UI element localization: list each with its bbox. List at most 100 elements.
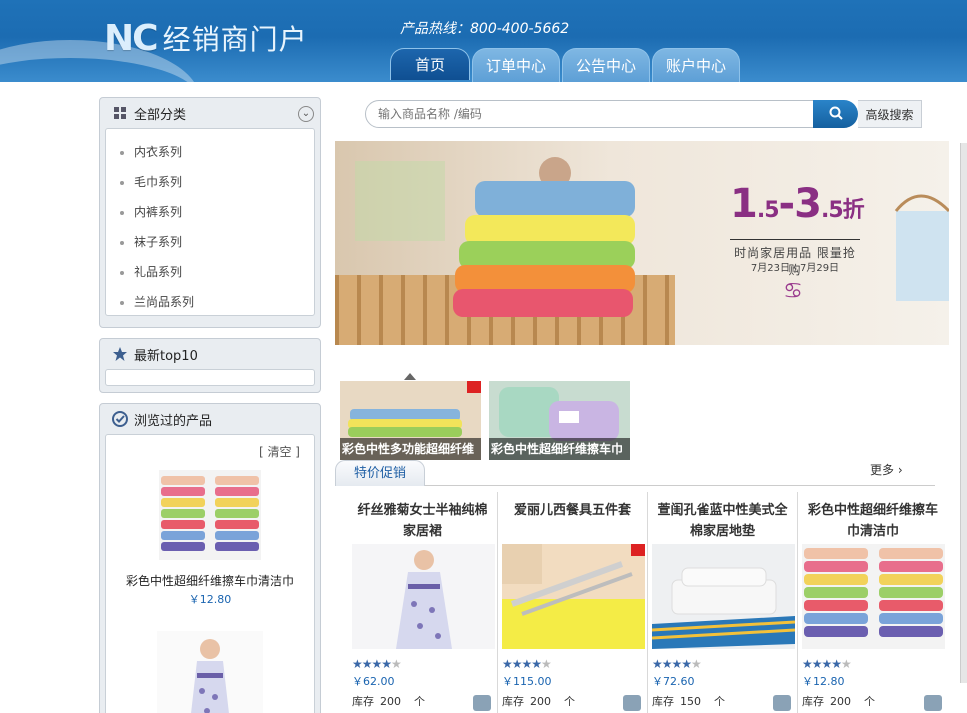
top10-panel-header[interactable]: 最新top10 bbox=[100, 339, 320, 369]
browsed-panel-header[interactable]: 浏览过的产品 bbox=[100, 404, 320, 434]
stock-unit: 个 bbox=[714, 695, 725, 708]
product-card[interactable]: 彩色中性超细纤维擦车巾清洁巾 ★★★★★ ￥12.80 库存 200 个 bbox=[798, 492, 948, 713]
browsed-item-name[interactable]: 彩色中性超细纤维擦车巾清洁巾 bbox=[106, 572, 314, 589]
top10-panel-title: 最新top10 bbox=[134, 348, 198, 364]
more-link[interactable]: 更多 › bbox=[870, 461, 903, 478]
product-grid: 纤丝雅菊女士半袖纯棉家居裙 ★★★★★ ￥62.00 库存 200 个 爱丽儿西… bbox=[348, 492, 948, 713]
category-item[interactable]: 兰尚品系列 bbox=[106, 287, 314, 317]
scrollbar[interactable] bbox=[960, 143, 967, 683]
category-item[interactable]: 礼品系列 bbox=[106, 257, 314, 287]
category-list: 内衣系列 毛巾系列 内裤系列 袜子系列 礼品系列 兰尚品系列 bbox=[106, 129, 314, 325]
category-panel: 全部分类 ⌄ 内衣系列 毛巾系列 内裤系列 袜子系列 礼品系列 兰尚品系列 bbox=[99, 97, 321, 328]
category-item-label: 毛巾系列 bbox=[134, 175, 183, 189]
product-price: ￥12.80 bbox=[802, 675, 845, 688]
stock-quantity: 200 bbox=[830, 694, 851, 708]
banner-date-range: 7月23日 - 7月29日 bbox=[750, 263, 840, 274]
stock-label: 库存 bbox=[802, 695, 824, 708]
advanced-search-button[interactable]: 高级搜索 bbox=[858, 100, 922, 128]
promo-banner[interactable]: 1.5-3.5折 时尚家居用品 限量抢购 7月23日 - 7月29日 ♋ bbox=[335, 141, 949, 345]
browsed-item-price: ￥12.80 bbox=[188, 593, 232, 606]
search-box bbox=[365, 100, 815, 128]
new-tag-icon bbox=[631, 544, 645, 556]
add-to-cart-icon[interactable] bbox=[623, 695, 641, 711]
header: NC 经销商门户 产品热线：800-400-5662 首页 订单中心 公告中心 … bbox=[0, 0, 967, 82]
top10-list-box bbox=[105, 369, 315, 386]
category-panel-title: 全部分类 bbox=[134, 107, 187, 123]
hotline-text: 产品热线：800-400-5662 bbox=[400, 21, 570, 37]
product-name[interactable]: 萱闺孔雀蓝中性美式全棉家居地垫 bbox=[652, 500, 793, 542]
bullet-icon bbox=[120, 180, 124, 185]
chevron-right-icon: › bbox=[897, 463, 903, 477]
category-panel-header[interactable]: 全部分类 ⌄ bbox=[100, 98, 320, 128]
add-to-cart-icon[interactable] bbox=[924, 695, 942, 711]
thumbnail-item[interactable]: 彩色中性多功能超细纤维 bbox=[340, 381, 481, 460]
stock-row: 库存 200 个 bbox=[502, 693, 643, 709]
grid-icon bbox=[112, 105, 128, 121]
category-item-label: 兰尚品系列 bbox=[134, 295, 195, 309]
product-image-dress[interactable] bbox=[157, 631, 263, 713]
stock-quantity: 200 bbox=[530, 694, 551, 708]
category-item[interactable]: 内裤系列 bbox=[106, 197, 314, 227]
add-to-cart-icon[interactable] bbox=[473, 695, 491, 711]
browsed-panel: 浏览过的产品 [ 清空 ] 彩色中性超细纤维擦车巾清洁巾 ￥12.80 bbox=[99, 403, 321, 713]
top10-panel: 最新top10 bbox=[99, 338, 321, 393]
product-image-cutlery[interactable] bbox=[502, 544, 645, 649]
stock-label: 库存 bbox=[352, 695, 374, 708]
chevron-down-icon[interactable]: ⌄ bbox=[298, 106, 314, 122]
product-name[interactable]: 纤丝雅菊女士半袖纯棉家居裙 bbox=[352, 500, 493, 542]
category-item-label: 礼品系列 bbox=[134, 265, 183, 279]
stock-quantity: 150 bbox=[680, 694, 701, 708]
clear-history-link[interactable]: [ 清空 ] bbox=[106, 435, 314, 460]
stock-row: 库存 200 个 bbox=[802, 693, 944, 709]
stock-row: 库存 150 个 bbox=[652, 693, 793, 709]
logo-mark: NC bbox=[104, 17, 159, 59]
product-image-dress[interactable] bbox=[352, 544, 495, 649]
product-card[interactable]: 爱丽儿西餐具五件套 ★★★★★ ￥115.00 库存 200 个 bbox=[498, 492, 648, 713]
main-nav: 首页 订单中心 公告中心 账户中心 bbox=[390, 48, 742, 82]
product-image-towels[interactable] bbox=[159, 470, 261, 560]
bullet-icon bbox=[120, 210, 124, 215]
thumbnail-caption: 彩色中性超细纤维擦车巾 bbox=[489, 438, 630, 460]
product-price: ￥62.00 bbox=[352, 675, 395, 688]
category-item-label: 袜子系列 bbox=[134, 235, 183, 249]
product-card[interactable]: 纤丝雅菊女士半袖纯棉家居裙 ★★★★★ ￥62.00 库存 200 个 bbox=[348, 492, 498, 713]
category-item[interactable]: 袜子系列 bbox=[106, 227, 314, 257]
logo-text: 经销商门户 bbox=[162, 23, 308, 56]
product-card[interactable]: 萱闺孔雀蓝中性美式全棉家居地垫 ★★★★★ ￥72.60 库存 150 个 bbox=[648, 492, 798, 713]
category-item[interactable]: 内衣系列 bbox=[106, 137, 314, 167]
add-to-cart-icon[interactable] bbox=[773, 695, 791, 711]
product-image-towels[interactable] bbox=[802, 544, 945, 649]
banner-cloth-decoration bbox=[894, 194, 949, 301]
nav-tab-orders[interactable]: 订单中心 bbox=[472, 48, 560, 82]
banner-discount: 1.5-3.5折 bbox=[730, 181, 865, 227]
product-name[interactable]: 彩色中性超细纤维擦车巾清洁巾 bbox=[802, 500, 944, 542]
search-input[interactable] bbox=[366, 101, 814, 127]
nav-tab-home[interactable]: 首页 bbox=[390, 48, 470, 80]
brand-logo-icon: ♋ bbox=[783, 279, 803, 304]
thumbnail-item[interactable]: 彩色中性超细纤维擦车巾 bbox=[489, 381, 630, 460]
category-item[interactable]: 毛巾系列 bbox=[106, 167, 314, 197]
nav-tab-announcements[interactable]: 公告中心 bbox=[562, 48, 650, 82]
stock-quantity: 200 bbox=[380, 694, 401, 708]
logo[interactable]: NC 经销商门户 bbox=[104, 17, 308, 59]
stock-label: 库存 bbox=[502, 695, 524, 708]
category-item-label: 内衣系列 bbox=[134, 145, 183, 159]
bullet-icon bbox=[120, 300, 124, 305]
stock-unit: 个 bbox=[414, 695, 425, 708]
tab-specials[interactable]: 特价促销 bbox=[335, 460, 425, 486]
browsed-item[interactable]: 彩色中性超细纤维擦车巾清洁巾 ￥12.80 bbox=[106, 460, 314, 607]
stock-unit: 个 bbox=[564, 695, 575, 708]
browsed-list-box: [ 清空 ] 彩色中性超细纤维擦车巾清洁巾 ￥12.80 bbox=[105, 434, 315, 713]
product-name[interactable]: 爱丽儿西餐具五件套 bbox=[502, 500, 643, 542]
bullet-icon bbox=[120, 150, 124, 155]
rating-stars: ★★★★★ bbox=[352, 657, 402, 671]
browsed-item[interactable] bbox=[106, 607, 314, 713]
browsed-panel-title: 浏览过的产品 bbox=[134, 413, 213, 429]
rating-stars: ★★★★★ bbox=[802, 657, 852, 671]
product-image-rug[interactable] bbox=[652, 544, 795, 649]
thumbnail-caption: 彩色中性多功能超细纤维 bbox=[340, 438, 481, 460]
banner-towel-stack-image bbox=[355, 157, 635, 317]
product-price: ￥72.60 bbox=[652, 675, 695, 688]
search-button[interactable] bbox=[813, 100, 858, 128]
nav-tab-account[interactable]: 账户中心 bbox=[652, 48, 740, 82]
